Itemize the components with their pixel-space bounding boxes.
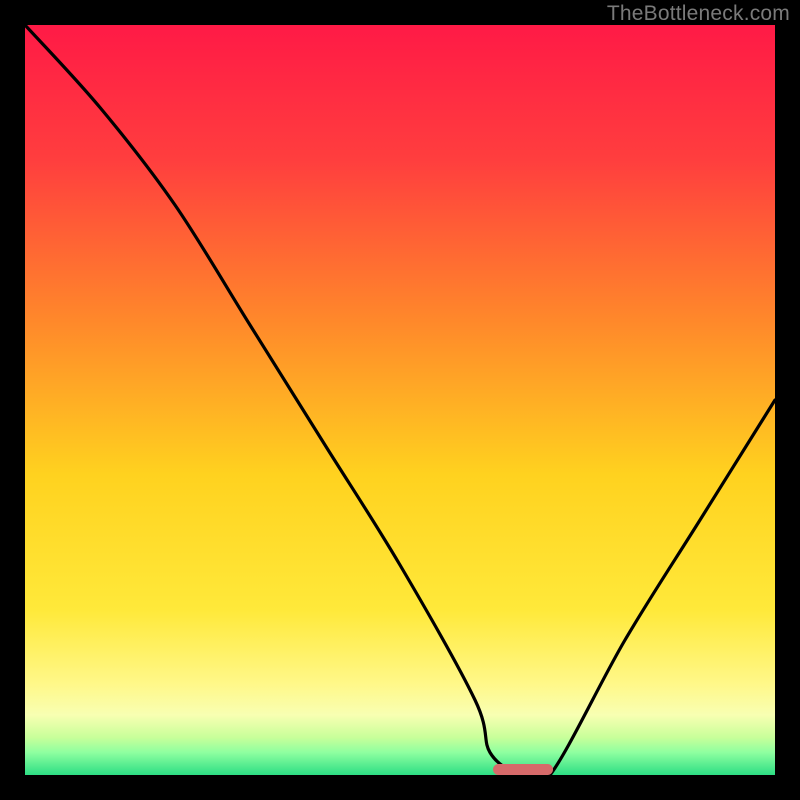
chart-frame: TheBottleneck.com — [0, 0, 800, 800]
optimal-zone-marker — [493, 764, 553, 775]
watermark-text: TheBottleneck.com — [607, 2, 790, 26]
plot-area — [25, 25, 775, 775]
bottleneck-curve — [25, 25, 775, 775]
